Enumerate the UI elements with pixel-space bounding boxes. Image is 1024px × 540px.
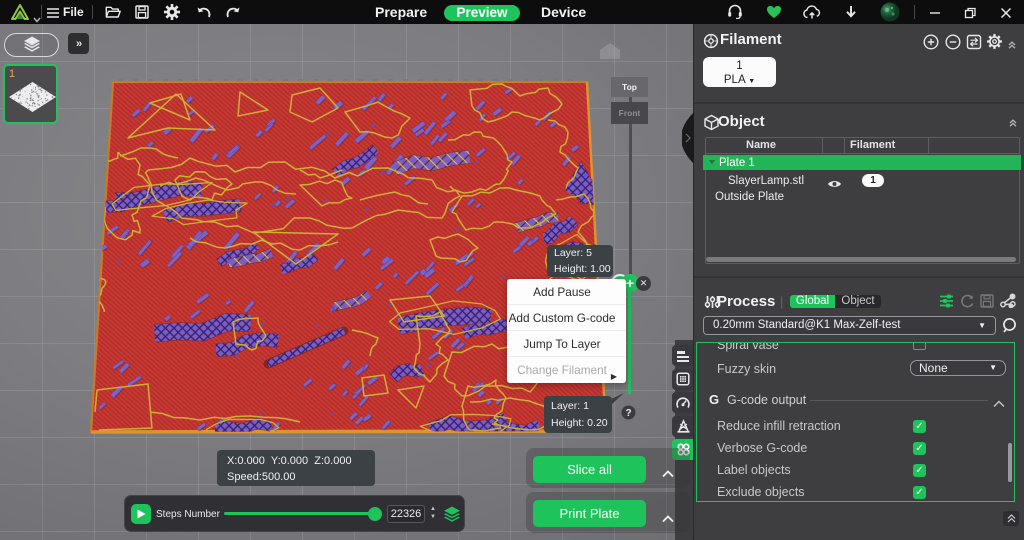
svg-text:?: ? — [625, 408, 631, 419]
